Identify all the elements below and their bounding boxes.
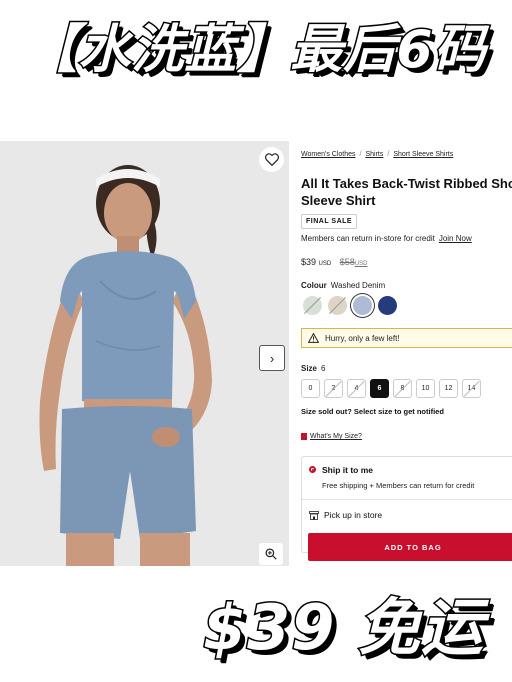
size-option[interactable]: 8 xyxy=(393,379,412,398)
original-price-value: $58 xyxy=(339,257,355,267)
sold-out-mark xyxy=(304,297,321,314)
zoom-icon xyxy=(265,548,277,560)
pickup-option-label: Pick up in store xyxy=(324,510,383,520)
size-option[interactable]: 4 xyxy=(347,379,366,398)
size-option[interactable]: 0 xyxy=(301,379,320,398)
size-notify-text: Size sold out? Select size to get notifi… xyxy=(301,407,444,416)
colour-swatch[interactable] xyxy=(378,296,397,315)
promo-headline: 【水洗蓝】最后6码 xyxy=(24,19,487,82)
selected-size: 6 xyxy=(321,364,326,373)
product-details: Women's Clothes / Shirts / Short Sleeve Shir… xyxy=(289,141,512,566)
size-option[interactable]: 2 xyxy=(324,379,343,398)
breadcrumb-item[interactable]: Women's Clothes xyxy=(301,151,356,158)
sale-price: $39 xyxy=(301,257,317,267)
colour-heading: Colour xyxy=(301,281,327,290)
breadcrumb: Women's Clothes / Shirts / Short Sleeve Shir… xyxy=(301,151,453,158)
price: $39 USD $58USD xyxy=(301,257,367,267)
zoom-button[interactable] xyxy=(259,543,283,565)
selected-colour: Washed Denim xyxy=(330,281,386,290)
product-image[interactable] xyxy=(0,141,289,566)
size-options: 0 2 4 6 8 10 12 14 xyxy=(301,379,481,398)
chevron-right-icon: › xyxy=(269,350,275,366)
heart-icon xyxy=(264,153,279,166)
join-now-link[interactable]: Join Now xyxy=(439,234,472,243)
original-price: $58USD xyxy=(340,257,368,267)
next-image-button[interactable]: › xyxy=(259,345,285,371)
colour-swatches xyxy=(303,296,397,315)
product-title: All It Takes Back-Twist Ribbed Short-Sle… xyxy=(301,176,512,208)
size-option[interactable]: 14 xyxy=(462,379,481,398)
size-guide-label: What's My Size? xyxy=(310,433,362,440)
ship-option-detail: Free shipping + Members can return for c… xyxy=(322,481,475,490)
price-currency: USD xyxy=(318,261,332,267)
divider xyxy=(302,499,512,500)
breadcrumb-item[interactable]: Shirts xyxy=(365,151,383,158)
members-text: Members can return in-store for credit xyxy=(301,234,435,243)
ship-option[interactable]: Ship it to me xyxy=(309,465,373,475)
model-illustration xyxy=(0,141,289,566)
breadcrumb-item[interactable]: Short Sleeve Shirts xyxy=(393,151,453,158)
size-label: Size 6 xyxy=(301,364,325,373)
colour-swatch[interactable] xyxy=(303,296,322,315)
pickup-option[interactable]: Pick up in store xyxy=(309,510,382,520)
alert-text: Hurry, only a few left! xyxy=(325,333,400,343)
radio-selected-icon xyxy=(309,466,316,473)
size-option[interactable]: 12 xyxy=(439,379,458,398)
low-stock-alert: Hurry, only a few left! xyxy=(301,328,512,348)
original-price-currency: USD xyxy=(354,261,368,267)
final-sale-badge: FINAL SALE xyxy=(301,214,358,229)
sold-out-mark xyxy=(329,297,346,314)
colour-label: Colour Washed Denim xyxy=(301,281,385,290)
members-note: Members can return in-store for credit Jo… xyxy=(301,234,472,243)
promo-price-text: $39 免运 xyxy=(201,590,484,665)
size-guide-link[interactable]: What's My Size? xyxy=(301,433,362,440)
colour-swatch-selected[interactable] xyxy=(353,296,372,315)
wishlist-button[interactable] xyxy=(259,147,284,172)
breadcrumb-separator: / xyxy=(387,151,390,158)
store-icon xyxy=(309,510,319,520)
ship-option-label: Ship it to me xyxy=(322,465,373,475)
colour-swatch[interactable] xyxy=(328,296,347,315)
ruler-icon xyxy=(301,433,307,440)
breadcrumb-separator: / xyxy=(359,151,362,158)
size-option-selected[interactable]: 6 xyxy=(370,379,389,398)
add-to-bag-button[interactable]: ADD TO BAG xyxy=(308,533,512,561)
size-heading: Size xyxy=(301,364,318,373)
warning-icon xyxy=(308,333,319,343)
size-option[interactable]: 10 xyxy=(416,379,435,398)
